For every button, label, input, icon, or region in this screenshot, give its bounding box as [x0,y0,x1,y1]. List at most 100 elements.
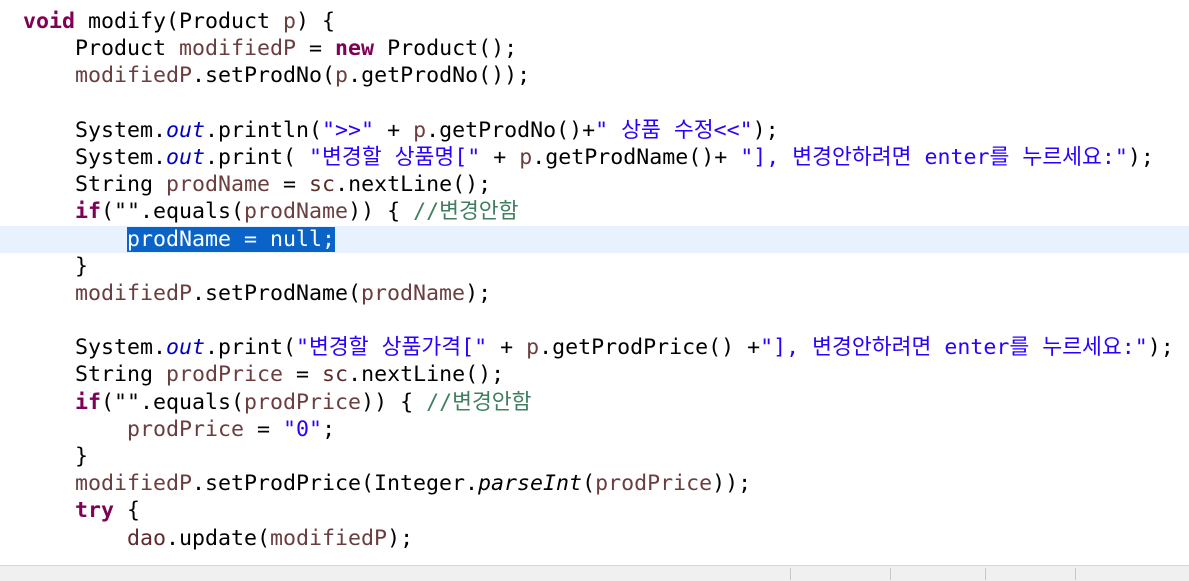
code-token: .getProdPrice() + [539,335,761,361]
code-line[interactable]: dao.update(modifiedP); [0,525,1189,552]
code-token: = [270,172,310,198]
code-token: String [23,362,167,388]
code-token: out [166,335,206,361]
code-token: prodPrice [166,362,284,388]
status-separator [790,568,791,580]
code-line[interactable]: void modify(Product p) { [0,8,1189,35]
code-line[interactable] [0,90,1189,117]
code-token: if [75,389,102,415]
code-token: .getProdNo()); [348,63,531,89]
code-token: ("".equals( [101,199,245,225]
code-token: System. [23,117,167,143]
code-token: ); [387,525,414,551]
code-token: ); [1127,144,1154,170]
code-token: //변경안함 [426,389,532,415]
code-token: = [244,416,284,442]
code-token: if [75,199,102,225]
status-separator [890,568,891,580]
code-token: } [23,253,89,279]
code-token: p [283,9,297,34]
code-token: out [166,117,206,143]
code-token: "변경할 상품명[" [309,144,481,170]
code-token: )) { [361,389,427,415]
code-token: prodName [361,280,466,306]
code-token: p [335,63,349,89]
code-token: modify(Product [75,9,284,34]
code-line[interactable]: String prodName = sc.nextLine(); [0,171,1189,198]
code-line[interactable]: prodPrice = "0"; [0,416,1189,443]
code-line[interactable]: modifiedP.setProdPrice(Integer.parseInt(… [0,470,1189,497]
code-token: ); [752,117,779,143]
code-token: .nextLine(); [348,362,505,388]
code-line[interactable]: } [0,253,1189,280]
code-token: .print( [205,335,297,361]
code-line[interactable]: if("".equals(prodPrice)) { //변경안함 [0,389,1189,416]
code-token: modifiedP [75,471,193,497]
code-area[interactable]: void modify(Product p) { Product modifie… [0,8,1189,552]
code-token: try [75,498,115,524]
code-token: "], 변경안하려면 enter를 누르세요:" [760,335,1148,361]
code-line[interactable]: String prodPrice = sc.nextLine(); [0,361,1189,388]
code-line[interactable]: Product modifiedP = new Product(); [0,35,1189,62]
code-token: ("".equals( [101,389,245,415]
code-token: ); [1147,335,1174,361]
code-token: .setProdNo( [192,63,336,89]
code-token: p [526,335,540,361]
code-token: sc [309,172,336,198]
code-token: prodPrice [127,416,245,442]
code-line[interactable] [0,307,1189,334]
code-token: .print( [205,144,310,170]
code-token: modifiedP [75,280,193,306]
code-token: ( [582,471,596,497]
code-line[interactable]: try { [0,497,1189,524]
code-line[interactable]: System.out.print( "변경할 상품명[" + p.getProd… [0,144,1189,171]
code-token: "변경할 상품가격[" [296,335,488,361]
code-line[interactable]: System.out.print("변경할 상품가격[" + p.getProd… [0,334,1189,361]
code-editor[interactable]: void modify(Product p) { Product modifie… [0,0,1189,581]
code-token: .getProdNo()+ [426,117,596,143]
code-token: //변경안함 [413,199,519,225]
code-token: dao [127,525,167,551]
code-token: = [296,36,336,62]
code-token: Product(); [374,36,518,62]
code-token: prodPrice [595,471,713,497]
code-token: " 상품 수정<<" [595,117,753,143]
code-token: new [335,36,375,62]
status-separator [1075,568,1076,580]
code-token: .setProdPrice(Integer. [192,471,479,497]
code-token: parseInt [478,471,583,497]
code-token: + [374,117,414,143]
status-bar [0,565,1189,581]
code-token: modifiedP [270,525,388,551]
code-line[interactable]: if("".equals(prodName)) { //변경안함 [0,198,1189,225]
code-token: String [23,172,167,198]
code-token: void [23,9,76,34]
code-line[interactable]: } [0,443,1189,470]
code-token: Product [23,36,180,62]
code-token: = [283,362,323,388]
status-separator [985,568,986,580]
code-token: + [480,144,520,170]
code-line-current[interactable]: prodName = null; [0,225,1189,253]
code-line[interactable]: modifiedP.setProdName(prodName); [0,280,1189,307]
code-token: .update( [166,525,271,551]
code-token: + [487,335,527,361]
code-token: prodName [244,199,349,225]
code-token: p [519,144,533,170]
code-line[interactable]: System.out.println(">>" + p.getProdNo()+… [0,117,1189,144]
code-token: "], 변경안하려면 enter를 누르세요:" [740,144,1128,170]
code-token: .nextLine(); [335,172,492,198]
code-token: { [114,498,141,524]
code-token: out [166,144,206,170]
code-line[interactable]: modifiedP.setProdNo(p.getProdNo()); [0,62,1189,89]
code-token: ); [465,280,492,306]
code-token: ">>" [322,117,375,143]
